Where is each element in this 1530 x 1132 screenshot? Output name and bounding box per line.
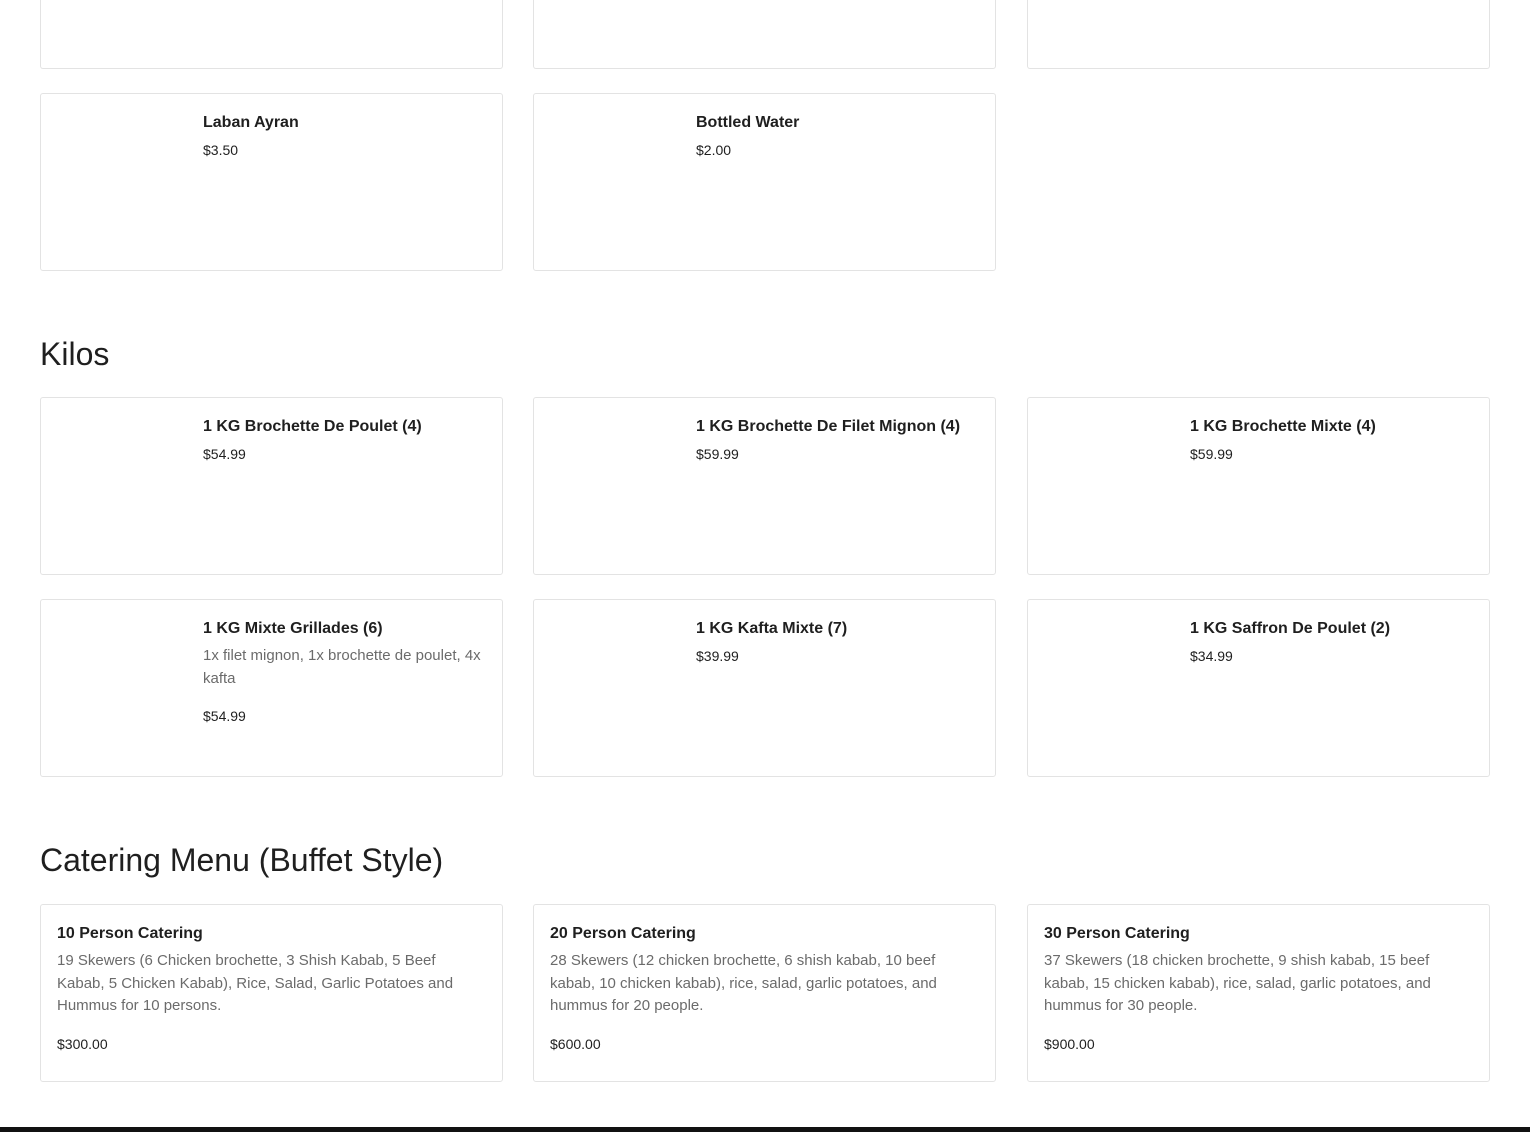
menu-item-info: 20 Person Catering 28 Skewers (12 chicke… bbox=[550, 924, 979, 1053]
menu-item-info: 1 KG Mixte Grillades (6) 1x filet mignon… bbox=[203, 619, 486, 725]
menu-item-description: 1x filet mignon, 1x brochette de poulet,… bbox=[203, 647, 481, 687]
menu-item-description: 28 Skewers (12 chicken brochette, 6 shis… bbox=[550, 952, 937, 1014]
menu-item-card-brochette-poulet[interactable]: 1 KG Brochette De Poulet (4) $54.99 bbox=[40, 397, 503, 575]
menu-item-name: 1 KG Brochette De Filet Mignon (4) bbox=[696, 418, 961, 435]
menu-item-price: $2.00 bbox=[696, 142, 732, 158]
menu-item-price: $900.00 bbox=[1044, 1035, 1095, 1052]
menu-item-card-saffron-poulet[interactable]: 1 KG Saffron De Poulet (2) $34.99 bbox=[1027, 599, 1490, 777]
section-title-kilos: Kilos bbox=[40, 336, 110, 372]
menu-item-card[interactable] bbox=[40, 0, 503, 69]
menu-item-info: 30 Person Catering 37 Skewers (18 chicke… bbox=[1044, 924, 1473, 1053]
menu-item-name: 1 KG Brochette De Poulet (4) bbox=[203, 418, 422, 435]
menu-item-price: $34.99 bbox=[1190, 648, 1233, 664]
menu-item-price: $300.00 bbox=[57, 1035, 108, 1052]
section-title-catering: Catering Menu (Buffet Style) bbox=[40, 842, 444, 878]
menu-item-name: 1 KG Mixte Grillades (6) bbox=[203, 620, 383, 637]
menu-item-price: $3.50 bbox=[203, 142, 239, 158]
menu-item-card-bottled-water[interactable]: Bottled Water $2.00 bbox=[533, 93, 996, 271]
menu-item-info: 1 KG Brochette De Poulet (4) $54.99 bbox=[203, 417, 486, 463]
menu-item-name: 1 KG Saffron De Poulet (2) bbox=[1190, 620, 1391, 637]
menu-item-name: 20 Person Catering bbox=[550, 925, 696, 942]
menu-item-card-mixte-grillades[interactable]: 1 KG Mixte Grillades (6) 1x filet mignon… bbox=[40, 599, 503, 777]
menu-item-price: $600.00 bbox=[550, 1035, 601, 1052]
menu-item-price: $59.99 bbox=[696, 446, 739, 462]
menu-item-info: 1 KG Saffron De Poulet (2) $34.99 bbox=[1190, 619, 1473, 665]
menu-page: Laban Ayran $3.50 Bottled Water $2.00 Ki… bbox=[0, 0, 1530, 1132]
menu-item-card-10-person-catering[interactable]: 10 Person Catering 19 Skewers (6 Chicken… bbox=[40, 904, 503, 1082]
menu-item-name: 1 KG Brochette Mixte (4) bbox=[1190, 418, 1376, 435]
menu-item-card-brochette-filet-mignon[interactable]: 1 KG Brochette De Filet Mignon (4) $59.9… bbox=[533, 397, 996, 575]
menu-item-description: 37 Skewers (18 chicken brochette, 9 shis… bbox=[1044, 952, 1431, 1014]
menu-item-name: Laban Ayran bbox=[203, 114, 299, 131]
menu-item-info: 10 Person Catering 19 Skewers (6 Chicken… bbox=[57, 924, 486, 1053]
menu-item-card[interactable] bbox=[533, 0, 996, 69]
menu-item-name: Bottled Water bbox=[696, 114, 800, 131]
menu-item-card-laban-ayran[interactable]: Laban Ayran $3.50 bbox=[40, 93, 503, 271]
menu-item-price: $39.99 bbox=[696, 648, 739, 664]
menu-item-name: 1 KG Kafta Mixte (7) bbox=[696, 620, 848, 637]
menu-item-card[interactable] bbox=[1027, 0, 1490, 69]
menu-item-info: Laban Ayran $3.50 bbox=[203, 113, 486, 159]
menu-item-info: 1 KG Kafta Mixte (7) $39.99 bbox=[696, 619, 979, 665]
menu-item-info: Bottled Water $2.00 bbox=[696, 113, 979, 159]
menu-item-card-30-person-catering[interactable]: 30 Person Catering 37 Skewers (18 chicke… bbox=[1027, 904, 1490, 1082]
menu-item-info: 1 KG Brochette De Filet Mignon (4) $59.9… bbox=[696, 417, 979, 463]
menu-item-info: 1 KG Brochette Mixte (4) $59.99 bbox=[1190, 417, 1473, 463]
menu-item-card-kafta-mixte[interactable]: 1 KG Kafta Mixte (7) $39.99 bbox=[533, 599, 996, 777]
menu-item-name: 30 Person Catering bbox=[1044, 925, 1190, 942]
menu-item-card-20-person-catering[interactable]: 20 Person Catering 28 Skewers (12 chicke… bbox=[533, 904, 996, 1082]
menu-item-card-brochette-mixte[interactable]: 1 KG Brochette Mixte (4) $59.99 bbox=[1027, 397, 1490, 575]
menu-item-name: 10 Person Catering bbox=[57, 925, 203, 942]
menu-item-price: $54.99 bbox=[203, 708, 246, 724]
menu-item-description: 19 Skewers (6 Chicken brochette, 3 Shish… bbox=[57, 952, 454, 1014]
menu-item-price: $59.99 bbox=[1190, 446, 1233, 462]
menu-item-price: $54.99 bbox=[203, 446, 246, 462]
footer-bar bbox=[0, 1127, 1530, 1132]
